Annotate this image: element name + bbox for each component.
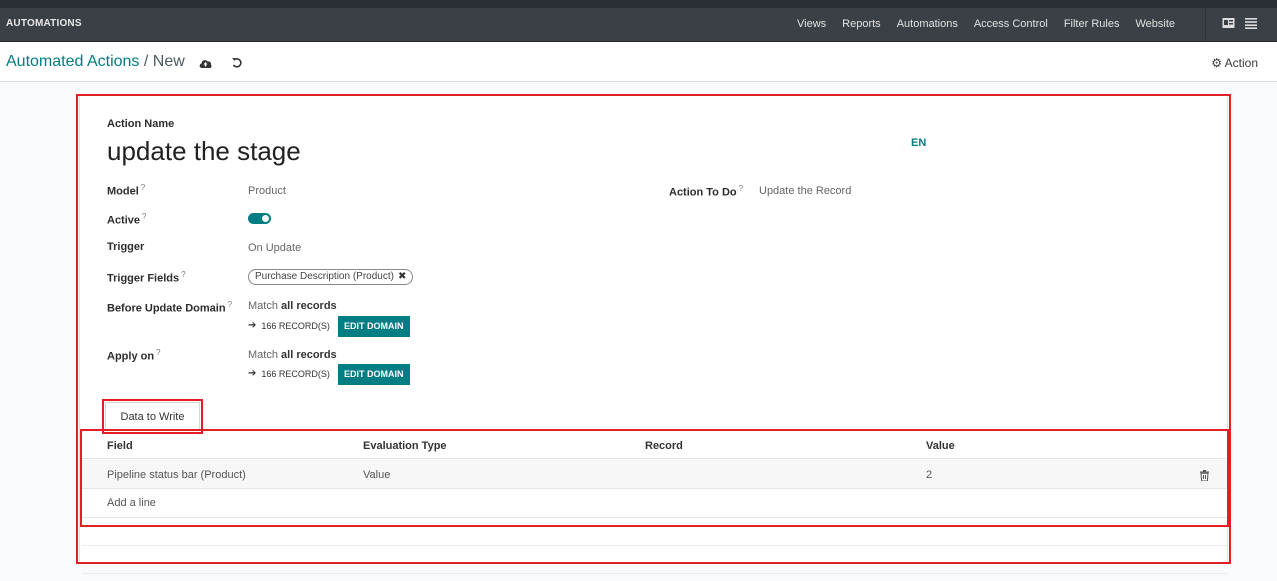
arrow-right-icon: ➔ <box>248 368 257 379</box>
tag-label: Purchase Description (Product) <box>255 271 394 282</box>
top-strip <box>0 0 1277 8</box>
remove-tag-icon[interactable]: ✖ <box>398 270 406 284</box>
apply-on-label: Apply on? <box>107 348 161 363</box>
cell-value: 2 <box>926 469 933 481</box>
action-name-label: Action Name <box>107 118 175 130</box>
edit-domain-button-before-update[interactable]: EDIT DOMAIN <box>338 316 410 337</box>
control-panel: Automated Actions / New ⚙ Action <box>0 42 1277 82</box>
column-value[interactable]: Value <box>926 440 955 452</box>
trigger-label: Trigger <box>107 241 145 253</box>
active-toggle[interactable] <box>248 213 271 224</box>
menu-views[interactable]: Views <box>797 18 826 30</box>
edit-domain-button-apply-on[interactable]: EDIT DOMAIN <box>338 364 410 385</box>
trigger-fields-label: Trigger Fields? <box>107 270 186 285</box>
cloud-upload-icon[interactable] <box>199 56 212 68</box>
model-label: Model? <box>107 183 146 198</box>
before-update-domain-match: Match all records <box>248 300 337 312</box>
column-field[interactable]: Field <box>107 440 133 452</box>
menu-website[interactable]: Website <box>1135 18 1175 30</box>
action-menu-button[interactable]: ⚙ Action <box>1211 56 1258 70</box>
empty-row <box>82 547 1227 574</box>
apply-on-match: Match all records <box>248 349 337 361</box>
column-evaluation-type[interactable]: Evaluation Type <box>363 440 447 452</box>
add-line-row: Add a line <box>82 490 1227 518</box>
table-header: Field Evaluation Type Record Value <box>82 432 1227 459</box>
gear-icon: ⚙ <box>1211 56 1222 70</box>
before-update-domain-label: Before Update Domain? <box>107 300 233 315</box>
trigger-field[interactable]: On Update <box>248 242 301 254</box>
table-row[interactable]: Pipeline status bar (Product) Value 2 <box>82 460 1227 489</box>
breadcrumb-current: New <box>152 53 185 70</box>
tab-data-to-write[interactable]: Data to Write <box>105 402 200 430</box>
active-label: Active? <box>107 212 147 227</box>
breadcrumb-parent[interactable]: Automated Actions <box>6 53 139 70</box>
action-to-do-field[interactable]: Update the Record <box>759 185 851 197</box>
add-line-link[interactable]: Add a line <box>107 497 156 509</box>
top-navbar: AUTOMATIONS Views Reports Automations Ac… <box>0 8 1277 42</box>
language-button[interactable]: EN <box>911 137 926 149</box>
menu-reports[interactable]: Reports <box>842 18 881 30</box>
breadcrumb: Automated Actions / New <box>6 53 185 71</box>
view-switcher <box>1222 17 1258 30</box>
undo-icon[interactable] <box>231 56 243 68</box>
menu-filter-rules[interactable]: Filter Rules <box>1064 18 1120 30</box>
trigger-field-tag: Purchase Description (Product) ✖ <box>248 269 414 285</box>
navbar-menu: Views Reports Automations Access Control… <box>797 18 1175 30</box>
breadcrumb-separator: / <box>143 53 149 70</box>
action-name-input[interactable]: update the stage <box>107 136 301 167</box>
trash-icon[interactable] <box>1200 468 1209 482</box>
model-field[interactable]: Product <box>248 185 286 197</box>
apply-on-records-link[interactable]: ➔ 166 RECORD(S) <box>248 368 330 379</box>
menu-automations[interactable]: Automations <box>897 18 958 30</box>
menu-access-control[interactable]: Access Control <box>974 18 1048 30</box>
column-record[interactable]: Record <box>645 440 683 452</box>
empty-row <box>82 519 1227 546</box>
action-to-do-label: Action To Do? <box>669 184 744 199</box>
list-view-icon[interactable] <box>1245 17 1258 30</box>
cell-field: Pipeline status bar (Product) <box>107 469 246 481</box>
arrow-right-icon: ➔ <box>248 320 257 331</box>
navbar-divider <box>1205 8 1206 42</box>
before-update-records-link[interactable]: ➔ 166 RECORD(S) <box>248 320 330 331</box>
app-name[interactable]: AUTOMATIONS <box>6 18 82 29</box>
card-view-icon[interactable] <box>1222 17 1235 30</box>
action-label: Action <box>1224 56 1258 70</box>
cell-evaluation-type: Value <box>363 469 391 481</box>
